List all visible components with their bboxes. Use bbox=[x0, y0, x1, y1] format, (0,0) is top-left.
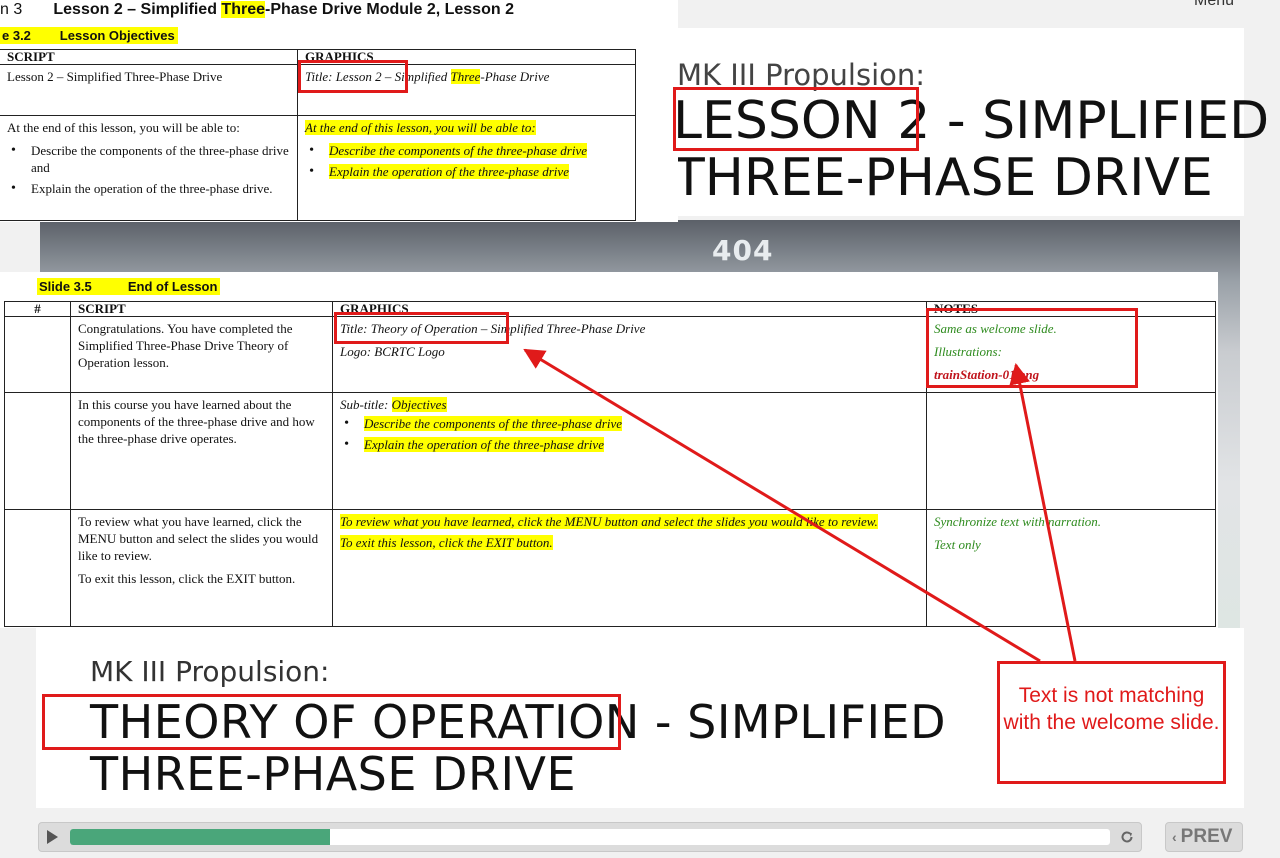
list-item: Describe the components of the three-pha… bbox=[305, 142, 628, 159]
progress-fill bbox=[70, 829, 330, 845]
number-cell bbox=[4, 316, 71, 393]
welcome-title-rest: - SIMPLIFIED bbox=[930, 91, 1270, 151]
graphics-cell: Title: Theory of Operation – Simplified … bbox=[332, 316, 927, 393]
list-item: Explain the operation of the three-phase… bbox=[7, 180, 290, 197]
list-item: Explain the operation of the three-phase… bbox=[305, 163, 628, 180]
welcome-slide-title: LESSON 2 - SIMPLIFIED THREE-PHASE DRIVE bbox=[673, 91, 1270, 209]
slide-label: e 3.2 Lesson Objectives bbox=[0, 27, 178, 44]
objectives-list: Describe the components of the three-pha… bbox=[340, 415, 919, 453]
storyboard-excerpt-slide-3-5: Slide 3.5 End of Lesson # SCRIPT GRAPHIC… bbox=[0, 272, 1218, 628]
number-cell bbox=[4, 509, 71, 627]
list-item: Describe the components of the three-pha… bbox=[340, 415, 919, 432]
notes-cell bbox=[926, 392, 1216, 510]
table-row: Lesson 2 – Simplified Three-Phase Drive … bbox=[0, 64, 636, 116]
prev-button[interactable]: ‹ PREV bbox=[1165, 822, 1243, 852]
notes-cell: Same as welcome slide. Illustrations: tr… bbox=[926, 316, 1216, 393]
table-row: At the end of this lesson, you will be a… bbox=[0, 115, 636, 221]
welcome-title-line2: THREE-PHASE DRIVE bbox=[673, 148, 1213, 209]
script-cell: Lesson 2 – Simplified Three-Phase Drive bbox=[0, 64, 298, 116]
doc-heading: n 3 Lesson 2 – Simplified Three-Phase Dr… bbox=[0, 1, 514, 18]
graphics-cell: Sub-title: Objectives Describe the compo… bbox=[332, 392, 927, 510]
review-comment-callout: Text is not matching with the welcome sl… bbox=[997, 661, 1226, 784]
train-number: 404 bbox=[712, 234, 774, 267]
replay-icon[interactable] bbox=[1118, 828, 1136, 846]
graphics-cell: To review what you have learned, click t… bbox=[332, 509, 927, 627]
end-title-boxed: THEORY OF OPERATION bbox=[90, 695, 640, 749]
script-cell: In this course you have learned about th… bbox=[70, 392, 333, 510]
progress-track[interactable] bbox=[70, 829, 1110, 845]
table-row: In this course you have learned about th… bbox=[4, 392, 1216, 510]
col-script: SCRIPT bbox=[0, 49, 298, 65]
list-item: Explain the operation of the three-phase… bbox=[340, 436, 919, 453]
number-cell bbox=[4, 392, 71, 510]
notes-cell: Synchronize text with narration. Text on… bbox=[926, 509, 1216, 627]
col-script: SCRIPT bbox=[70, 301, 333, 317]
table-header-row: SCRIPT GRAPHICS bbox=[0, 49, 636, 65]
graphics-cell: Title: Lesson 2 – Simplified Three-Phase… bbox=[297, 64, 636, 116]
storyboard-excerpt-slide-3-2: n 3 Lesson 2 – Simplified Three-Phase Dr… bbox=[0, 0, 678, 222]
welcome-title-boxed: LESSON 2 bbox=[673, 91, 931, 151]
col-number: # bbox=[4, 301, 71, 317]
table-row: Congratulations. You have completed the … bbox=[4, 316, 1216, 393]
table-row: To review what you have learned, click t… bbox=[4, 509, 1216, 627]
graphics-cell: At the end of this lesson, you will be a… bbox=[297, 115, 636, 221]
list-item: Describe the components of the three-pha… bbox=[7, 142, 290, 176]
script-cell: To review what you have learned, click t… bbox=[70, 509, 333, 627]
script-cell: At the end of this lesson, you will be a… bbox=[0, 115, 298, 221]
end-title-line2: THREE-PHASE DRIVE bbox=[90, 746, 577, 801]
script-cell: Congratulations. You have completed the … bbox=[70, 316, 333, 393]
objectives-list: Describe the components of the three-pha… bbox=[305, 142, 628, 180]
col-graphics: GRAPHICS bbox=[332, 301, 927, 317]
table-header-row: # SCRIPT GRAPHICS NOTES bbox=[4, 301, 1216, 317]
end-title-rest: - SIMPLIFIED bbox=[639, 695, 947, 749]
storyboard-table: SCRIPT GRAPHICS Lesson 2 – Simplified Th… bbox=[0, 49, 636, 221]
end-slide-subtitle: MK III Propulsion: bbox=[90, 655, 330, 688]
slide-label: Slide 3.5 End of Lesson bbox=[37, 278, 221, 295]
storyboard-table: # SCRIPT GRAPHICS NOTES Congratulations.… bbox=[4, 301, 1216, 627]
menu-button[interactable]: Menu bbox=[1194, 0, 1234, 10]
playback-bar bbox=[38, 822, 1142, 852]
col-graphics: GRAPHICS bbox=[297, 49, 636, 65]
play-icon[interactable] bbox=[47, 830, 58, 844]
prev-label: PREV bbox=[1180, 826, 1233, 847]
col-notes: NOTES bbox=[926, 301, 1216, 317]
chevron-left-icon: ‹ bbox=[1172, 829, 1177, 845]
objectives-list: Describe the components of the three-pha… bbox=[7, 142, 290, 197]
end-slide-title: THEORY OF OPERATION - SIMPLIFIED THREE-P… bbox=[90, 695, 947, 801]
welcome-slide-subtitle: MK III Propulsion: bbox=[677, 58, 926, 92]
